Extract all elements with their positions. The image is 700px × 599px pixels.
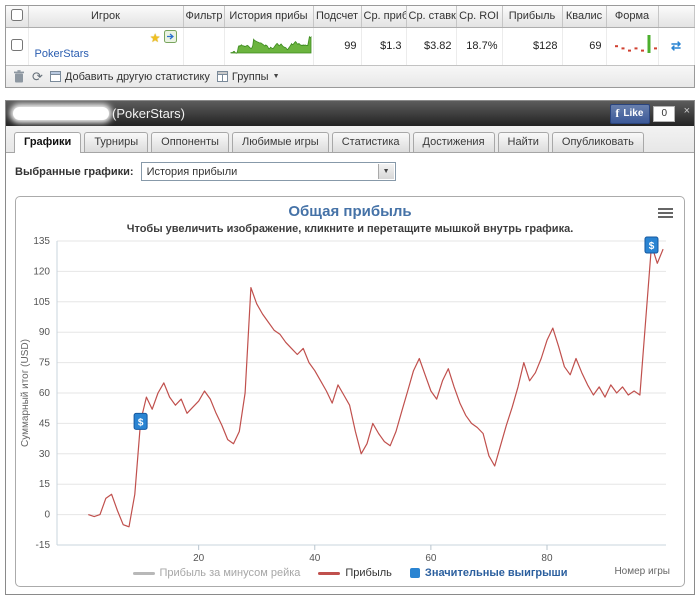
favorite-star-icon[interactable]: ★ — [150, 32, 161, 44]
censored-player-name — [13, 107, 109, 120]
profile-title: (PokerStars) — [112, 106, 185, 121]
count-cell: 99 — [313, 27, 362, 65]
row-checkbox[interactable] — [10, 38, 23, 51]
svg-text:80: 80 — [541, 553, 553, 564]
groups-button[interactable]: Группы ▼ — [216, 71, 280, 83]
svg-text:15: 15 — [39, 479, 51, 490]
legend-swatch — [132, 571, 155, 575]
add-statistic-button[interactable]: Добавить другую статистику — [49, 71, 210, 83]
legend-swatch — [409, 568, 420, 578]
svg-text:Суммарный итог (USD): Суммарный итог (USD) — [20, 339, 31, 447]
form-chart-cell — [606, 27, 659, 65]
close-icon[interactable]: × — [684, 105, 690, 117]
significant-win-marker: $ — [133, 412, 148, 430]
col-header-filter[interactable]: Фильтр — [183, 6, 225, 28]
col-header-avg-roi[interactable]: Ср. ROI — [456, 6, 503, 28]
profit-chart-container: Общая прибыль Чтобы увеличить изображени… — [15, 196, 685, 587]
watchlist-table: Игрок Фильтр История прибы Подсчет Ср. п… — [6, 6, 695, 65]
like-count-badge: 0 — [653, 105, 675, 122]
tab-Оппоненты[interactable]: Оппоненты — [151, 132, 229, 152]
tab-Турниры[interactable]: Турниры — [84, 132, 149, 152]
svg-text:75: 75 — [39, 358, 51, 369]
svg-text:60: 60 — [425, 553, 437, 564]
significant-win-marker: $ — [644, 236, 659, 254]
profit-cell: $128 — [502, 27, 563, 65]
qualifies-cell: 69 — [562, 27, 607, 65]
col-header-actions — [658, 6, 695, 28]
chevron-down-icon: ▼ — [272, 73, 280, 80]
facebook-like-button[interactable]: f Like — [610, 103, 651, 124]
select-dropdown-button[interactable]: ▼ — [377, 164, 394, 179]
chevron-down-icon: ▼ — [382, 168, 390, 175]
player-name-link[interactable]: PokerStars — [35, 48, 89, 60]
add-statistic-icon — [49, 71, 61, 82]
double-arrow-icon[interactable]: ⇄ — [671, 39, 681, 53]
svg-text:135: 135 — [33, 236, 50, 247]
chart-select-row: Выбранные графики: История прибыли ▼ — [15, 162, 694, 181]
svg-text:$: $ — [649, 241, 655, 252]
col-header-player[interactable]: Игрок — [28, 6, 184, 28]
x-axis-label: Номер игры — [614, 566, 670, 577]
chart-subtitle: Чтобы увеличить изображение, кликните и … — [126, 223, 574, 235]
legend-item[interactable]: Прибыль — [318, 567, 392, 579]
chart-legend: Прибыль за минусом рейка Прибыль Значитель… — [16, 567, 684, 579]
svg-text:45: 45 — [39, 418, 51, 429]
facebook-like-widget: f Like 0 — [610, 103, 675, 124]
filter-cell — [183, 27, 225, 65]
tab-Достижения[interactable]: Достижения — [412, 132, 495, 152]
avg-stake-cell: $3.82 — [406, 27, 457, 65]
groups-icon — [216, 71, 228, 82]
tab-Опубликовать[interactable]: Опубликовать — [551, 132, 644, 152]
profit-history-sparkline[interactable] — [224, 27, 314, 65]
avg-profit-cell: $1.3 — [361, 27, 407, 65]
legend-item[interactable]: Значительные выигрыши — [409, 567, 568, 579]
col-header-form[interactable]: Форма — [606, 6, 659, 28]
avg-roi-cell: 18.7% — [456, 27, 503, 65]
chart-select-label: Выбранные графики: — [15, 165, 134, 178]
chart-title: Общая прибыль — [288, 203, 412, 220]
svg-text:60: 60 — [39, 388, 51, 399]
refresh-icon[interactable]: ⟳ — [32, 70, 43, 83]
legend-item[interactable]: Прибыль за минусом рейка — [132, 567, 301, 579]
legend-label: Прибыль за минусом рейка — [159, 567, 301, 579]
profile-tabs: Графики Турниры Оппоненты Любимые игры Стати… — [6, 126, 694, 153]
col-header-avg-profit[interactable]: Ср. приб — [361, 6, 407, 28]
col-header-avg-stake[interactable]: Ср. ставк — [406, 6, 457, 28]
profile-header: (PokerStars) f Like 0 × — [6, 101, 694, 126]
table-header-row: Игрок Фильтр История прибы Подсчет Ср. п… — [6, 6, 695, 28]
chart-menu-icon[interactable] — [658, 206, 673, 220]
svg-text:30: 30 — [39, 449, 51, 460]
tab-Найти[interactable]: Найти — [497, 132, 549, 152]
table-footer: ⟳ Добавить другую статистику Группы ▼ — [6, 65, 694, 87]
player-profile-panel: (PokerStars) f Like 0 × Графики Турниры Оп… — [5, 100, 695, 595]
svg-text:0: 0 — [44, 510, 50, 521]
svg-text:$: $ — [138, 417, 144, 428]
watchlist-panel: Игрок Фильтр История прибы Подсчет Ср. п… — [5, 5, 695, 88]
player-cell: ★ PokerStars — [28, 27, 184, 65]
svg-text:-15: -15 — [36, 540, 51, 551]
svg-text:90: 90 — [39, 327, 51, 338]
export-icon[interactable] — [163, 29, 177, 46]
delete-icon[interactable] — [13, 70, 25, 83]
legend-label: Прибыль — [345, 567, 392, 579]
tab-Любимые игры[interactable]: Любимые игры — [231, 132, 329, 152]
col-header-qualifies[interactable]: Квалис — [562, 6, 607, 28]
tab-Статистика[interactable]: Статистика — [331, 132, 410, 152]
svg-text:105: 105 — [33, 297, 50, 308]
chart-select-value: История прибыли — [146, 165, 238, 178]
chart-type-select[interactable]: История прибыли ▼ — [140, 162, 396, 181]
facebook-icon: f — [615, 105, 620, 120]
tab-Графики[interactable]: Графики — [14, 132, 82, 153]
col-header-profit[interactable]: Прибыль — [502, 6, 563, 28]
col-header-count[interactable]: Подсчет — [313, 6, 362, 28]
svg-text:20: 20 — [193, 553, 205, 564]
svg-text:40: 40 — [309, 553, 321, 564]
table-row: ★ PokerStars 99 $1.3 $3.82 18.7% $128 69… — [6, 27, 695, 65]
legend-swatch — [318, 571, 341, 575]
svg-text:120: 120 — [33, 266, 50, 277]
select-all-checkbox[interactable] — [10, 8, 23, 21]
profit-line-chart[interactable]: -15 0 15 30 45 60 75 90 105 120 135 20 40 60 80 $ $ Сумма… — [16, 233, 688, 573]
legend-label: Значительные выигрыши — [424, 567, 568, 579]
col-header-profit-history[interactable]: История прибы — [224, 6, 314, 28]
